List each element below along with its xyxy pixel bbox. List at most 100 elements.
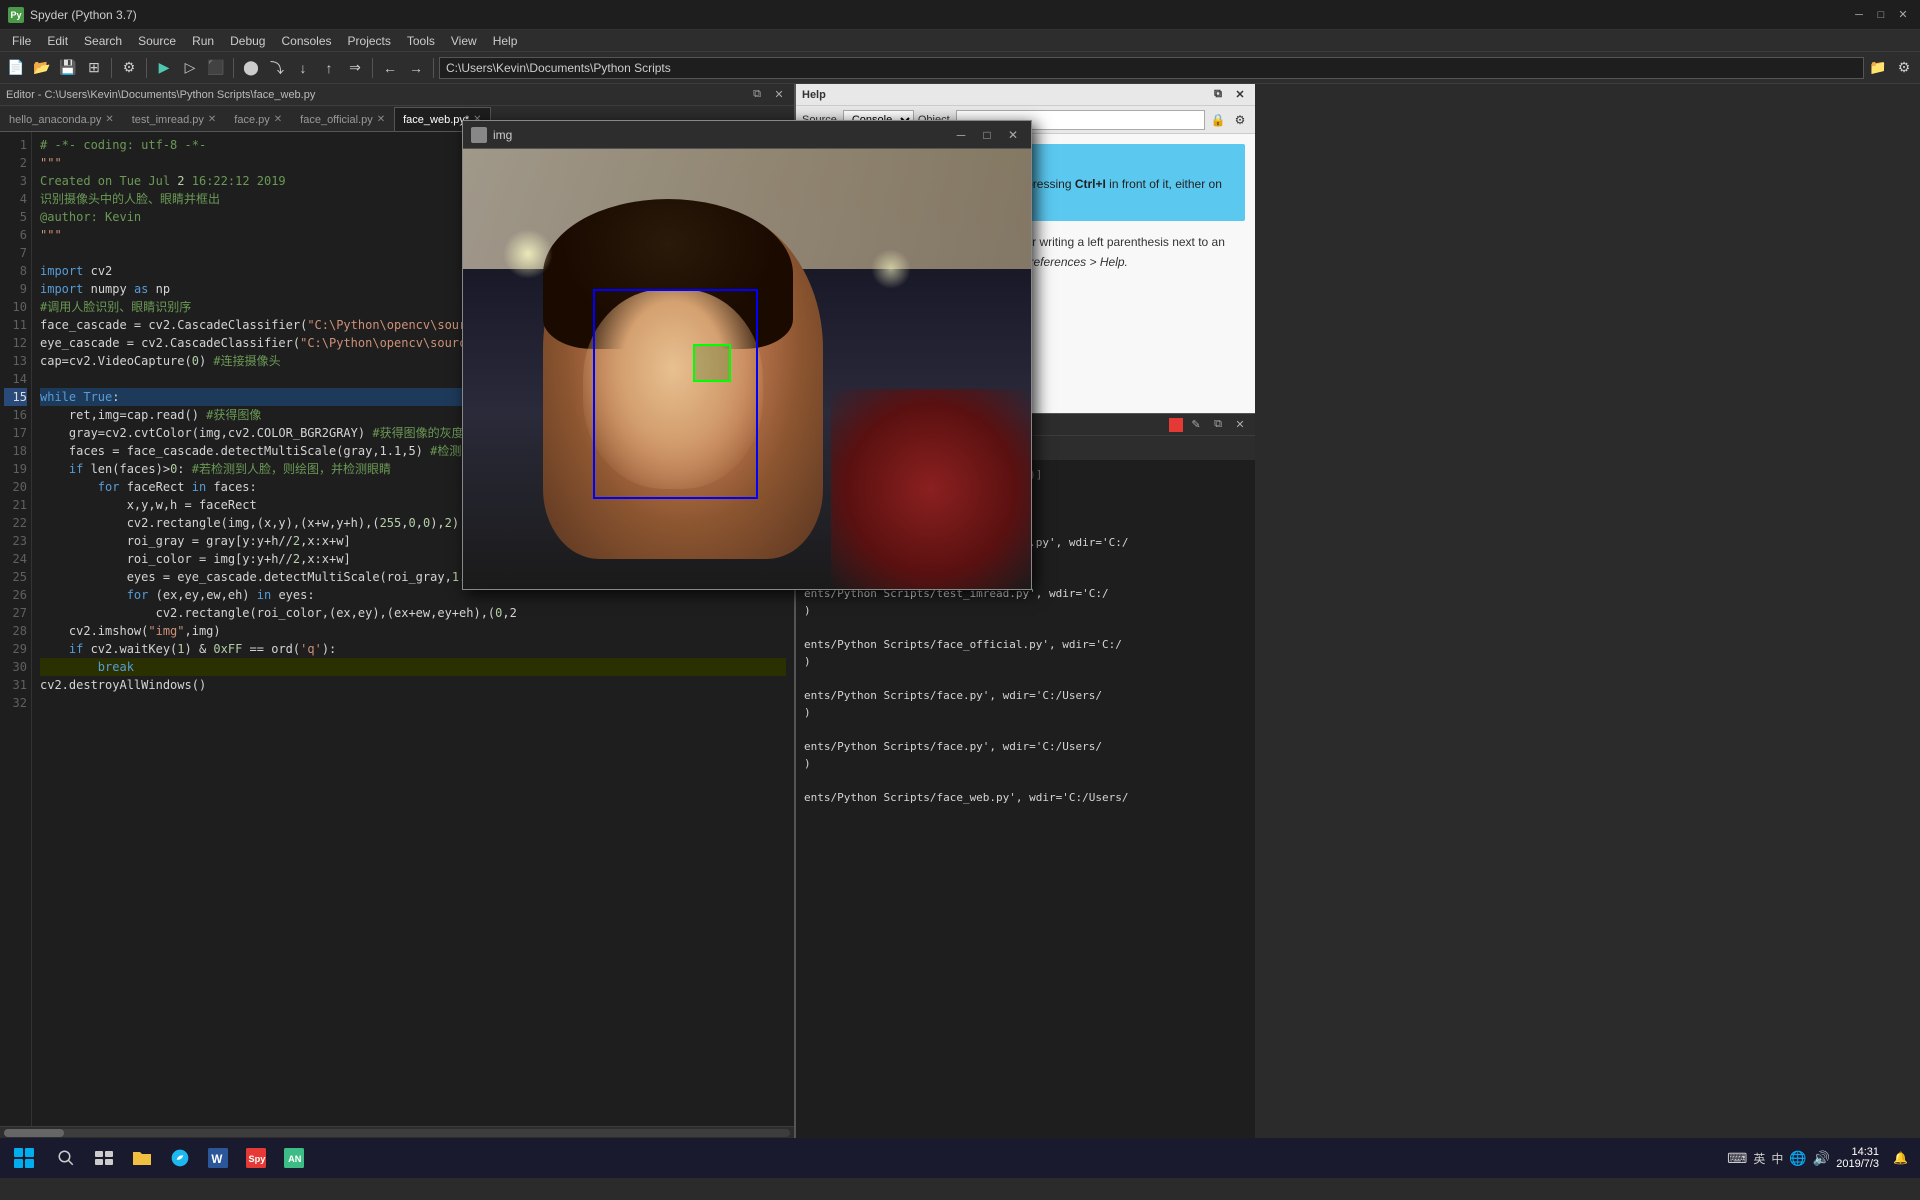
minimize-button[interactable]: ─ bbox=[1850, 6, 1868, 24]
code-line-28: cv2.imshow("img",img) bbox=[40, 622, 786, 640]
img-window-titlebar: img ─ □ ✕ bbox=[463, 121, 1031, 149]
ime-icon[interactable]: 中 bbox=[1771, 1150, 1783, 1167]
menu-search[interactable]: Search bbox=[76, 30, 130, 52]
menu-edit[interactable]: Edit bbox=[39, 30, 76, 52]
taskbar-file-explorer[interactable] bbox=[124, 1140, 160, 1176]
console-float-button[interactable]: ⧉ bbox=[1209, 416, 1227, 434]
tab-close-face-official[interactable]: ✕ bbox=[377, 114, 385, 125]
save-all-button[interactable]: ⊞ bbox=[82, 56, 106, 80]
scroll-thumb[interactable] bbox=[4, 1129, 64, 1137]
face-detection-rect bbox=[593, 289, 758, 499]
taskbar: W Spy AN ⌨ 英 中 🌐 🔊 14:31 2019/7/3 🔔 bbox=[0, 1138, 1920, 1178]
menu-file[interactable]: File bbox=[4, 30, 39, 52]
help-title: Help bbox=[802, 89, 826, 101]
editor-close-button[interactable]: ✕ bbox=[770, 86, 788, 104]
code-line-27: cv2.rectangle(roi_color,(ex,ey),(ex+ew,e… bbox=[40, 604, 786, 622]
menu-projects[interactable]: Projects bbox=[340, 30, 399, 52]
img-window[interactable]: img ─ □ ✕ bbox=[462, 120, 1032, 590]
tab-close-test[interactable]: ✕ bbox=[208, 114, 216, 125]
console-line-17: ents/Python Scripts/face.py', wdir='C:/U… bbox=[804, 738, 1247, 755]
toolbar: 📄 📂 💾 ⊞ ⚙ ▶ ▷ ⬛ ⬤ ⤵ ↓ ↑ ⇒ ← → C:\Users\K… bbox=[0, 52, 1920, 84]
menu-consoles[interactable]: Consoles bbox=[273, 30, 339, 52]
path-text: C:\Users\Kevin\Documents\Python Scripts bbox=[446, 61, 671, 75]
menu-view[interactable]: View bbox=[443, 30, 485, 52]
console-line-11: ents/Python Scripts/face_official.py', w… bbox=[804, 636, 1247, 653]
console-options-button[interactable]: ✎ bbox=[1187, 416, 1205, 434]
interrupt-button[interactable] bbox=[1169, 418, 1183, 432]
tab-hello-anaconda[interactable]: hello_anaconda.py ✕ bbox=[0, 107, 123, 131]
console-line-10 bbox=[804, 619, 1247, 636]
console-line-9: ) bbox=[804, 602, 1247, 619]
close-button[interactable]: ✕ bbox=[1894, 6, 1912, 24]
menu-source[interactable]: Source bbox=[130, 30, 184, 52]
continue-button[interactable]: ⇒ bbox=[343, 56, 367, 80]
menu-tools[interactable]: Tools bbox=[399, 30, 443, 52]
img-window-title: img bbox=[493, 128, 945, 142]
run-button[interactable]: ▶ bbox=[152, 56, 176, 80]
path-browse-button[interactable]: 📁 bbox=[1866, 56, 1890, 80]
help-options-button[interactable]: ⚙ bbox=[1231, 111, 1249, 129]
img-minimize-button[interactable]: ─ bbox=[951, 125, 971, 145]
editor-float-button[interactable]: ⧉ bbox=[748, 86, 766, 104]
maximize-button[interactable]: □ bbox=[1872, 6, 1890, 24]
code-line-30: break bbox=[40, 658, 786, 676]
editor-header: Editor - C:\Users\Kevin\Documents\Python… bbox=[0, 84, 794, 106]
help-float-button[interactable]: ⧉ bbox=[1209, 86, 1227, 104]
menu-help[interactable]: Help bbox=[485, 30, 526, 52]
start-button[interactable] bbox=[4, 1138, 44, 1178]
step-into-button[interactable]: ↓ bbox=[291, 56, 315, 80]
tab-face[interactable]: face.py ✕ bbox=[225, 107, 291, 131]
console-line-20: ents/Python Scripts/face_web.py', wdir='… bbox=[804, 789, 1247, 806]
scroll-track[interactable] bbox=[4, 1129, 790, 1137]
run-file-button[interactable]: ▷ bbox=[178, 56, 202, 80]
tab-close-face[interactable]: ✕ bbox=[274, 114, 282, 125]
network-icon[interactable]: 🌐 bbox=[1789, 1150, 1806, 1167]
tab-test-imread[interactable]: test_imread.py ✕ bbox=[123, 107, 226, 131]
taskbar-spyder[interactable]: Spy bbox=[238, 1140, 274, 1176]
editor-scrollbar[interactable] bbox=[0, 1126, 794, 1138]
menu-run[interactable]: Run bbox=[184, 30, 222, 52]
chinese-input-icon[interactable]: 英 bbox=[1753, 1150, 1765, 1167]
toolbar-separator-1 bbox=[111, 58, 112, 78]
menu-debug[interactable]: Debug bbox=[222, 30, 273, 52]
notifications-icon[interactable]: 🔔 bbox=[1893, 1151, 1908, 1165]
debug-button[interactable]: ⬤ bbox=[239, 56, 263, 80]
console-line-15: ) bbox=[804, 704, 1247, 721]
step-out-button[interactable]: ↑ bbox=[317, 56, 341, 80]
img-maximize-button[interactable]: □ bbox=[977, 125, 997, 145]
new-file-button[interactable]: 📄 bbox=[4, 56, 28, 80]
console-line-19 bbox=[804, 772, 1247, 789]
taskbar-search[interactable] bbox=[48, 1140, 84, 1176]
console-line-16 bbox=[804, 721, 1247, 738]
console-close-button[interactable]: ✕ bbox=[1231, 416, 1249, 434]
app-title: Spyder (Python 3.7) bbox=[30, 8, 1850, 22]
tab-face-official[interactable]: face_official.py ✕ bbox=[291, 107, 394, 131]
taskbar-word[interactable]: W bbox=[200, 1140, 236, 1176]
back-button[interactable]: ← bbox=[378, 56, 402, 80]
taskbar-anaconda[interactable]: AN bbox=[276, 1140, 312, 1176]
stop-button[interactable]: ⬛ bbox=[204, 56, 228, 80]
save-button[interactable]: 💾 bbox=[56, 56, 80, 80]
step-over-button[interactable]: ⤵ bbox=[265, 56, 289, 80]
toolbar-separator-5 bbox=[433, 58, 434, 78]
open-file-button[interactable]: 📂 bbox=[30, 56, 54, 80]
preferences-button[interactable]: ⚙ bbox=[117, 56, 141, 80]
code-line-29: if cv2.waitKey(1) & 0xFF == ord('q'): bbox=[40, 640, 786, 658]
help-lock-button[interactable]: 🔒 bbox=[1209, 111, 1227, 129]
volume-icon[interactable]: 🔊 bbox=[1813, 1150, 1830, 1167]
toolbar-separator-4 bbox=[372, 58, 373, 78]
taskbar-edge[interactable] bbox=[162, 1140, 198, 1176]
forward-button[interactable]: → bbox=[404, 56, 428, 80]
code-line-31: cv2.destroyAllWindows() bbox=[40, 676, 786, 694]
help-header: Help ⧉ ✕ bbox=[796, 84, 1255, 106]
taskbar-task-view[interactable] bbox=[86, 1140, 122, 1176]
taskbar-items: W Spy AN bbox=[48, 1140, 312, 1176]
app-icon: Py bbox=[8, 7, 24, 23]
taskbar-time: 14:31 bbox=[1852, 1146, 1880, 1158]
tab-close-hello[interactable]: ✕ bbox=[105, 114, 113, 125]
keyboard-icon[interactable]: ⌨ bbox=[1727, 1150, 1747, 1167]
img-close-button[interactable]: ✕ bbox=[1003, 125, 1023, 145]
help-close-button[interactable]: ✕ bbox=[1231, 86, 1249, 104]
path-settings-button[interactable]: ⚙ bbox=[1892, 56, 1916, 80]
path-input[interactable]: C:\Users\Kevin\Documents\Python Scripts bbox=[439, 57, 1864, 79]
